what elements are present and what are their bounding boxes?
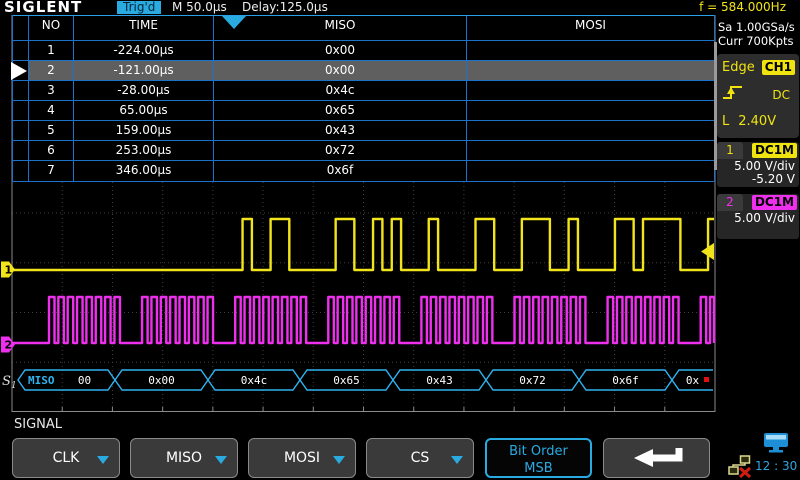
decode-frame-value: 0x65	[333, 374, 360, 387]
decode-frame-value: 0x	[686, 374, 700, 387]
decode-frame-value: 0x4c	[241, 374, 268, 387]
trigger-info-panel[interactable]: Edge CH1 DC L 2.40V	[717, 54, 799, 138]
trigger-level-label: L	[722, 114, 729, 129]
decode-event-table: NO TIME MISO MOSI 1 -224.00µs 0x00 2 -12…	[12, 14, 715, 182]
channel2-number-tab[interactable]: 2	[717, 194, 743, 211]
svg-text:1: 1	[5, 264, 13, 277]
col-header-mosi: MOSI	[467, 16, 714, 40]
right-sidebar: Sa 1.00GSa/s Curr 700Kpts Edge CH1 DC L2…	[716, 15, 800, 480]
col-header-time: TIME	[74, 16, 214, 40]
col-header-miso: MISO	[214, 16, 467, 40]
signal-miso-button[interactable]: MISO	[130, 438, 238, 478]
trigger-source-badge: CH1	[762, 60, 795, 75]
return-arrow-icon	[625, 444, 689, 472]
dropdown-arrow-icon	[97, 456, 109, 464]
decode-bus-name: MISO	[28, 374, 55, 387]
menu-section-label: SIGNAL	[14, 417, 62, 432]
signal-mosi-button[interactable]: MOSI	[248, 438, 356, 478]
sample-rate: Sa 1.00GSa/s	[718, 20, 800, 34]
dropdown-arrow-icon	[451, 456, 463, 464]
svg-text:2: 2	[5, 339, 13, 352]
channel1-info-panel[interactable]: 1 DC1M 5.00 V/div -5.20 V	[717, 142, 799, 187]
dropdown-arrow-icon	[215, 456, 227, 464]
rising-edge-icon	[722, 84, 744, 105]
network-error-icon[interactable]	[728, 455, 752, 480]
channel2-coupling-badge: DC1M	[752, 195, 797, 210]
channel1-coupling-badge: DC1M	[752, 143, 797, 158]
table-row[interactable]: 3 -28.00µs 0x4c	[13, 81, 714, 101]
acquisition-info: Sa 1.00GSa/s Curr 700Kpts	[716, 15, 800, 48]
selected-row-pointer-icon	[13, 62, 27, 80]
trigger-level-value: 2.40V	[738, 114, 776, 129]
table-row[interactable]: 6 253.00µs 0x72	[13, 141, 714, 161]
channel2-scale: 5.00 V/div	[717, 212, 795, 225]
decode-frame-value: 0x00	[148, 374, 175, 387]
table-scrollbar[interactable]	[714, 42, 717, 170]
svg-text:1: 1	[11, 381, 17, 391]
table-row[interactable]: 7 346.00µs 0x6f	[13, 161, 714, 181]
channel1-number-tab[interactable]: 1	[717, 142, 743, 159]
table-row-selected[interactable]: 2 -121.00µs 0x00	[13, 61, 714, 81]
signal-cs-button[interactable]: CS	[366, 438, 474, 478]
col-header-no: NO	[29, 16, 74, 40]
top-status-bar: SIGLENT Trig'd M 50.0µs Delay:125.0µs f …	[0, 0, 800, 15]
timebase-readout[interactable]: M 50.0µs	[172, 0, 227, 14]
oscilloscope-screen: { "topbar": { "logo": "SIGLENT", "trigge…	[0, 0, 800, 480]
channel1-offset: -5.20 V	[717, 173, 795, 186]
delay-readout[interactable]: Delay:125.0µs	[242, 0, 328, 14]
trigger-position-marker[interactable]	[222, 16, 246, 29]
signal-clk-button[interactable]: CLK	[12, 438, 120, 478]
decode-frame-value: 0x6f	[612, 374, 639, 387]
table-header-row: NO TIME MISO MOSI	[13, 16, 714, 41]
frequency-counter: f = 584.000Hz	[699, 0, 786, 14]
back-button[interactable]	[603, 438, 710, 478]
dropdown-arrow-icon	[333, 456, 345, 464]
trigger-type: Edge	[722, 60, 755, 75]
bottom-menu-bar: SIGNAL CLK MISO MOSI CS Bit Order MSB	[0, 412, 716, 480]
table-row[interactable]: 4 65.00µs 0x65	[13, 101, 714, 121]
channel2-info-panel[interactable]: 2 DC1M 5.00 V/div	[717, 194, 799, 239]
clock-time: 12 : 30	[755, 459, 797, 473]
decode-incomplete-dot	[704, 377, 709, 382]
trigger-coupling: DC	[772, 88, 790, 102]
table-row[interactable]: 1 -224.00µs 0x00	[13, 41, 714, 61]
bit-order-button[interactable]: Bit Order MSB	[485, 438, 592, 478]
siglent-logo: SIGLENT	[4, 0, 82, 14]
trigger-status-badge[interactable]: Trig'd	[117, 1, 161, 14]
col-header-pointer	[13, 16, 29, 40]
table-row[interactable]: 5 159.00µs 0x43	[13, 121, 714, 141]
memory-depth: Curr 700Kpts	[718, 34, 800, 48]
decode-frame-value: 0x43	[426, 374, 453, 387]
decode-frame-value: 0x72	[519, 374, 546, 387]
monitor-icon[interactable]	[763, 432, 789, 458]
decode-bus-label: S	[2, 374, 11, 389]
decode-frame-value: 00	[78, 374, 91, 387]
